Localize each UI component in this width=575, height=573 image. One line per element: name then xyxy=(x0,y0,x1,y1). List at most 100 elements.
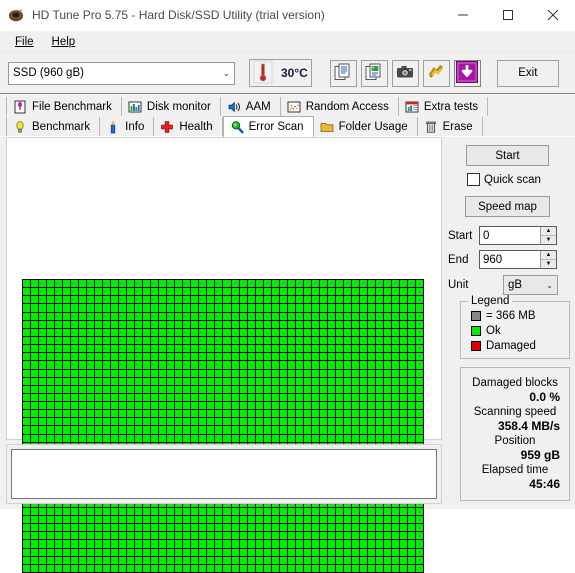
disk-block xyxy=(335,280,343,288)
end-spinner-down[interactable]: ▼ xyxy=(541,260,556,268)
tab-error-scan[interactable]: Error Scan xyxy=(222,116,314,137)
disk-block xyxy=(367,548,375,556)
disk-block xyxy=(111,296,119,304)
disk-block xyxy=(63,540,71,548)
disk-block xyxy=(47,393,55,402)
disk-block xyxy=(31,377,39,385)
exit-button[interactable]: Exit xyxy=(496,59,559,87)
disk-block xyxy=(151,548,159,556)
quick-scan-row[interactable]: Quick scan xyxy=(467,173,541,186)
tab-file-benchmark[interactable]: File Benchmark xyxy=(6,97,122,116)
disk-block xyxy=(23,320,31,328)
disk-block xyxy=(175,556,183,564)
disk-block xyxy=(295,410,303,418)
disk-block xyxy=(359,540,367,548)
menu-file[interactable]: File xyxy=(6,34,43,50)
disk-block xyxy=(399,426,407,434)
disk-block xyxy=(335,353,343,361)
start-spinner-down[interactable]: ▼ xyxy=(541,236,556,244)
disk-block xyxy=(167,418,175,426)
disk-block xyxy=(319,369,327,377)
window-title: HD Tune Pro 5.75 - Hard Disk/SSD Utility… xyxy=(32,8,325,22)
end-spinner-arrows[interactable]: ▲ ▼ xyxy=(540,251,556,268)
disk-block xyxy=(255,288,263,296)
disk-block xyxy=(311,288,319,296)
tab-aam-label: AAM xyxy=(245,100,271,113)
unit-select[interactable]: gB ⌄ xyxy=(503,275,558,295)
disk-block xyxy=(383,524,391,532)
disk-block xyxy=(295,524,303,532)
close-button[interactable] xyxy=(530,0,575,30)
disk-block xyxy=(255,385,263,393)
disk-block xyxy=(23,312,31,320)
end-input[interactable]: 960 xyxy=(480,251,540,268)
disk-block xyxy=(151,402,159,410)
start-button[interactable]: Start xyxy=(466,145,549,166)
disk-block xyxy=(31,385,39,393)
tab-folder-usage[interactable]: Folder Usage xyxy=(313,117,418,136)
log-textarea[interactable] xyxy=(11,449,437,499)
disk-block xyxy=(63,312,71,320)
disk-block xyxy=(375,361,383,369)
end-spinner-up[interactable]: ▲ xyxy=(541,251,556,260)
disk-block xyxy=(31,336,39,345)
start-input[interactable]: 0 xyxy=(480,227,540,244)
tab-aam[interactable]: AAM xyxy=(220,97,281,116)
disk-block xyxy=(415,426,423,434)
save-button[interactable] xyxy=(453,59,481,87)
minimize-button[interactable] xyxy=(440,0,485,30)
disk-block xyxy=(263,385,271,393)
disk-block xyxy=(255,393,263,402)
copy-image-button[interactable] xyxy=(360,59,388,87)
disk-block xyxy=(327,418,335,426)
tab-erase-label: Erase xyxy=(442,120,473,133)
disk-block xyxy=(335,361,343,369)
tab-extra-tests[interactable]: Extra tests xyxy=(398,97,489,116)
disk-block xyxy=(215,556,223,564)
disk-block xyxy=(183,418,191,426)
disk-block xyxy=(407,377,415,385)
speed-map-button[interactable]: Speed map xyxy=(465,196,550,217)
screenshot-button[interactable] xyxy=(391,59,419,87)
start-spinner-arrows[interactable]: ▲ ▼ xyxy=(540,227,556,244)
disk-block xyxy=(31,288,39,296)
disk-block xyxy=(87,410,95,418)
disk-block-map[interactable] xyxy=(22,279,424,573)
disk-block xyxy=(143,410,151,418)
disk-block xyxy=(359,296,367,304)
disk-block xyxy=(87,548,95,556)
disk-block xyxy=(231,564,239,572)
disk-block xyxy=(399,328,407,336)
end-spinner[interactable]: 960 ▲ ▼ xyxy=(479,250,557,269)
disk-block xyxy=(63,288,71,296)
disk-block xyxy=(383,320,391,328)
disk-block xyxy=(351,418,359,426)
disk-block xyxy=(239,312,247,320)
settings-button[interactable] xyxy=(422,59,450,87)
disk-block xyxy=(223,369,231,377)
tab-info[interactable]: Info xyxy=(100,117,155,136)
disk-block xyxy=(71,288,79,296)
copy-text-button[interactable] xyxy=(329,59,357,87)
menu-help[interactable]: Help xyxy=(43,34,85,50)
disk-block xyxy=(191,377,199,385)
disk-block xyxy=(183,516,191,524)
disk-block xyxy=(95,336,103,345)
tab-benchmark[interactable]: Benchmark xyxy=(6,117,101,136)
drive-select[interactable]: SSD (960 gB) ⌄ xyxy=(8,61,235,85)
maximize-button[interactable] xyxy=(485,0,530,30)
disk-block xyxy=(63,532,71,540)
tab-disk-monitor[interactable]: Disk monitor xyxy=(121,97,221,116)
disk-block xyxy=(119,385,127,393)
disk-block xyxy=(55,402,63,410)
disk-block xyxy=(303,336,311,345)
disk-block xyxy=(231,353,239,361)
disk-block xyxy=(231,402,239,410)
tab-random-access[interactable]: Random Access xyxy=(280,97,399,116)
tab-erase[interactable]: Erase xyxy=(417,117,483,136)
quick-scan-checkbox[interactable] xyxy=(467,173,480,186)
tab-health[interactable]: Health xyxy=(154,117,223,136)
start-spinner[interactable]: 0 ▲ ▼ xyxy=(479,226,557,245)
start-spinner-up[interactable]: ▲ xyxy=(541,227,556,236)
disk-block xyxy=(375,410,383,418)
